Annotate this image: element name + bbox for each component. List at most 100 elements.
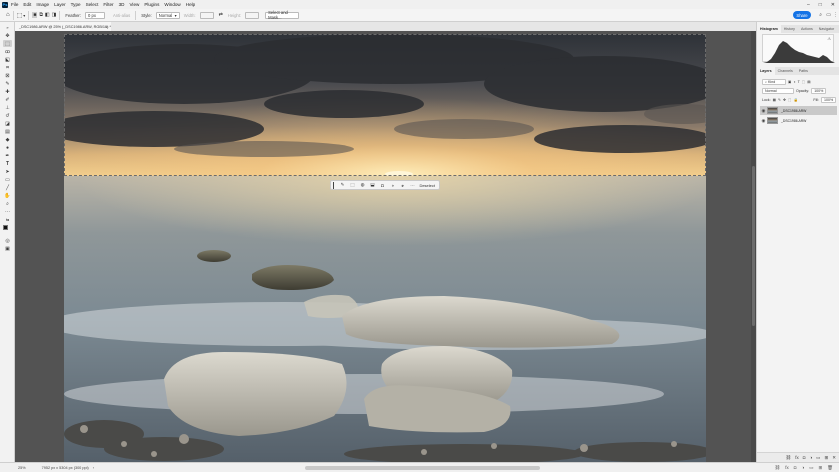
- status-menu-arrow[interactable]: ›: [93, 466, 94, 470]
- type-tool-icon[interactable]: T: [3, 160, 12, 167]
- menu-plugins[interactable]: Plugins: [144, 2, 159, 7]
- tab-histogram[interactable]: Histogram: [757, 25, 781, 33]
- rectangular-marquee-preset-icon[interactable]: ⬚: [17, 12, 23, 19]
- path-selection-tool-icon[interactable]: ➤: [3, 168, 12, 175]
- crop-tool-icon[interactable]: ⌗: [3, 64, 12, 71]
- vertical-scroll-thumb[interactable]: [752, 166, 755, 326]
- more-options-icon[interactable]: ···: [409, 182, 416, 189]
- adjustment-layer-icon[interactable]: ◑: [809, 455, 812, 460]
- menu-type[interactable]: Type: [71, 2, 81, 7]
- swap-colors-icon[interactable]: ⇆: [3, 216, 12, 223]
- feather-input[interactable]: 0 px: [85, 11, 105, 19]
- canvas-area[interactable]: ✎ ⬚ ◍ ⬓ ◘ ◑ ◕ ··· Deselect: [15, 31, 756, 462]
- frame-tool-icon[interactable]: ⊠: [3, 72, 12, 79]
- smart-object-filter-icon[interactable]: ▤: [807, 80, 810, 84]
- document-image[interactable]: ✎ ⬚ ◍ ⬓ ◘ ◑ ◕ ··· Deselect: [64, 34, 706, 462]
- move-tool-icon[interactable]: ✥: [3, 32, 12, 39]
- select-and-mask-icon[interactable]: ◍: [359, 182, 366, 189]
- tab-navigator[interactable]: Navigator: [816, 25, 837, 33]
- tab-history[interactable]: History: [781, 25, 798, 33]
- fill-selection-icon[interactable]: ◕: [399, 182, 406, 189]
- add-mask-icon[interactable]: ◘: [803, 455, 806, 460]
- gradient-tool-icon[interactable]: ▤: [3, 128, 12, 135]
- hand-tool-icon[interactable]: ✋: [3, 192, 12, 199]
- menu-window[interactable]: Window: [164, 2, 180, 7]
- menu-filter[interactable]: Filter: [103, 2, 113, 7]
- menu-3d[interactable]: 3D: [119, 2, 125, 7]
- new-group-icon[interactable]: ▭: [809, 465, 813, 471]
- rectangle-tool-icon[interactable]: ▭: [3, 176, 12, 183]
- chevron-down-icon[interactable]: ▾: [23, 13, 25, 18]
- delete-layer-icon[interactable]: ✕: [832, 455, 836, 461]
- workspace-icon[interactable]: ▭: [826, 12, 831, 18]
- pixel-filter-icon[interactable]: ▣: [788, 80, 791, 84]
- spot-healing-tool-icon[interactable]: ✚: [3, 88, 12, 95]
- dodge-tool-icon[interactable]: ●: [3, 144, 12, 151]
- menu-layer[interactable]: Layer: [54, 2, 66, 7]
- eraser-tool-icon[interactable]: ◪: [3, 120, 12, 127]
- zoom-tool-icon[interactable]: ⌕: [3, 200, 12, 207]
- new-layer-icon[interactable]: ⊞: [819, 465, 823, 471]
- blend-mode-select[interactable]: Normal: [762, 87, 794, 94]
- blur-tool-icon[interactable]: ◆: [3, 136, 12, 143]
- screen-mode-icon[interactable]: ▣: [3, 245, 12, 252]
- menu-image[interactable]: Image: [36, 2, 49, 7]
- tab-actions[interactable]: Actions: [798, 25, 816, 33]
- pen-tool-icon[interactable]: ✒: [3, 152, 12, 159]
- menu-help[interactable]: Help: [186, 2, 195, 7]
- new-group-icon[interactable]: ▭: [816, 455, 820, 461]
- lock-position-icon[interactable]: ✥: [783, 98, 786, 102]
- layer-style-icon[interactable]: fx: [785, 465, 789, 471]
- shape-filter-icon[interactable]: ⬚: [802, 80, 805, 84]
- width-input[interactable]: [199, 11, 214, 19]
- menu-file[interactable]: File: [11, 2, 18, 7]
- lock-artboard-icon[interactable]: ⬚: [788, 98, 791, 102]
- clone-stamp-tool-icon[interactable]: ⊥: [3, 104, 12, 111]
- layer-style-icon[interactable]: fx: [795, 455, 799, 460]
- anti-alias-checkbox[interactable]: Anti-alias: [113, 13, 130, 18]
- visibility-eye-icon[interactable]: ◉: [760, 108, 767, 114]
- create-mask-icon[interactable]: ◘: [379, 182, 386, 189]
- menu-view[interactable]: View: [129, 2, 139, 7]
- opacity-input[interactable]: 100%: [811, 87, 827, 94]
- brush-tool-icon[interactable]: ✐: [3, 96, 12, 103]
- rectangular-marquee-tool-icon[interactable]: ⬚: [3, 40, 12, 47]
- close-icon[interactable]: ×: [106, 24, 108, 29]
- lock-image-icon[interactable]: ✎: [778, 98, 781, 102]
- minimize-button[interactable]: –: [807, 2, 810, 8]
- maximize-button[interactable]: □: [819, 2, 822, 8]
- share-button[interactable]: Share: [793, 11, 811, 19]
- more-options-icon[interactable]: ⋮: [833, 12, 838, 18]
- lock-transparent-icon[interactable]: ▦: [773, 98, 776, 102]
- tab-channels[interactable]: Channels: [775, 67, 796, 75]
- delete-layer-icon[interactable]: 🗑: [827, 465, 833, 471]
- line-tool-icon[interactable]: ╱: [3, 184, 12, 191]
- tab-paths[interactable]: Paths: [796, 67, 811, 75]
- tab-layers[interactable]: Layers: [757, 67, 775, 75]
- visibility-eye-icon[interactable]: ◉: [760, 118, 767, 124]
- layer-row[interactable]: ◉ _DSC1986.ARW: [760, 116, 837, 125]
- adjustment-layer-icon[interactable]: ◑: [802, 465, 805, 471]
- search-icon[interactable]: ⌕: [819, 12, 822, 18]
- height-input[interactable]: [245, 11, 260, 19]
- collapse-toolbar-icon[interactable]: »: [3, 24, 12, 31]
- zoom-level[interactable]: 25%: [18, 466, 26, 470]
- type-filter-icon[interactable]: T: [798, 80, 800, 84]
- home-icon[interactable]: ⌂: [6, 12, 10, 18]
- foreground-color-swatch[interactable]: [3, 225, 8, 230]
- edit-toolbar-icon[interactable]: ···: [3, 208, 12, 215]
- menu-edit[interactable]: Edit: [23, 2, 31, 7]
- select-and-mask-button[interactable]: Select and Mask...: [265, 10, 300, 20]
- menu-select[interactable]: Select: [86, 2, 99, 7]
- new-selection-icon[interactable]: ■: [32, 12, 38, 18]
- intersect-selection-icon[interactable]: ◨: [52, 12, 57, 18]
- generative-fill-icon[interactable]: ✎: [339, 182, 346, 189]
- link-layers-icon[interactable]: ⛓: [775, 465, 781, 471]
- adjustment-layer-icon[interactable]: ◑: [389, 182, 396, 189]
- lock-all-icon[interactable]: 🔒: [793, 98, 797, 102]
- document-tab[interactable]: _DSC1986.ARW @ 25% (_DSC1986.ARW, RGB/16…: [15, 22, 111, 31]
- drag-handle[interactable]: [333, 181, 334, 189]
- horizontal-scrollbar[interactable]: [305, 466, 540, 470]
- warning-icon[interactable]: ⚠: [827, 36, 831, 41]
- fill-input[interactable]: 100%: [821, 96, 836, 103]
